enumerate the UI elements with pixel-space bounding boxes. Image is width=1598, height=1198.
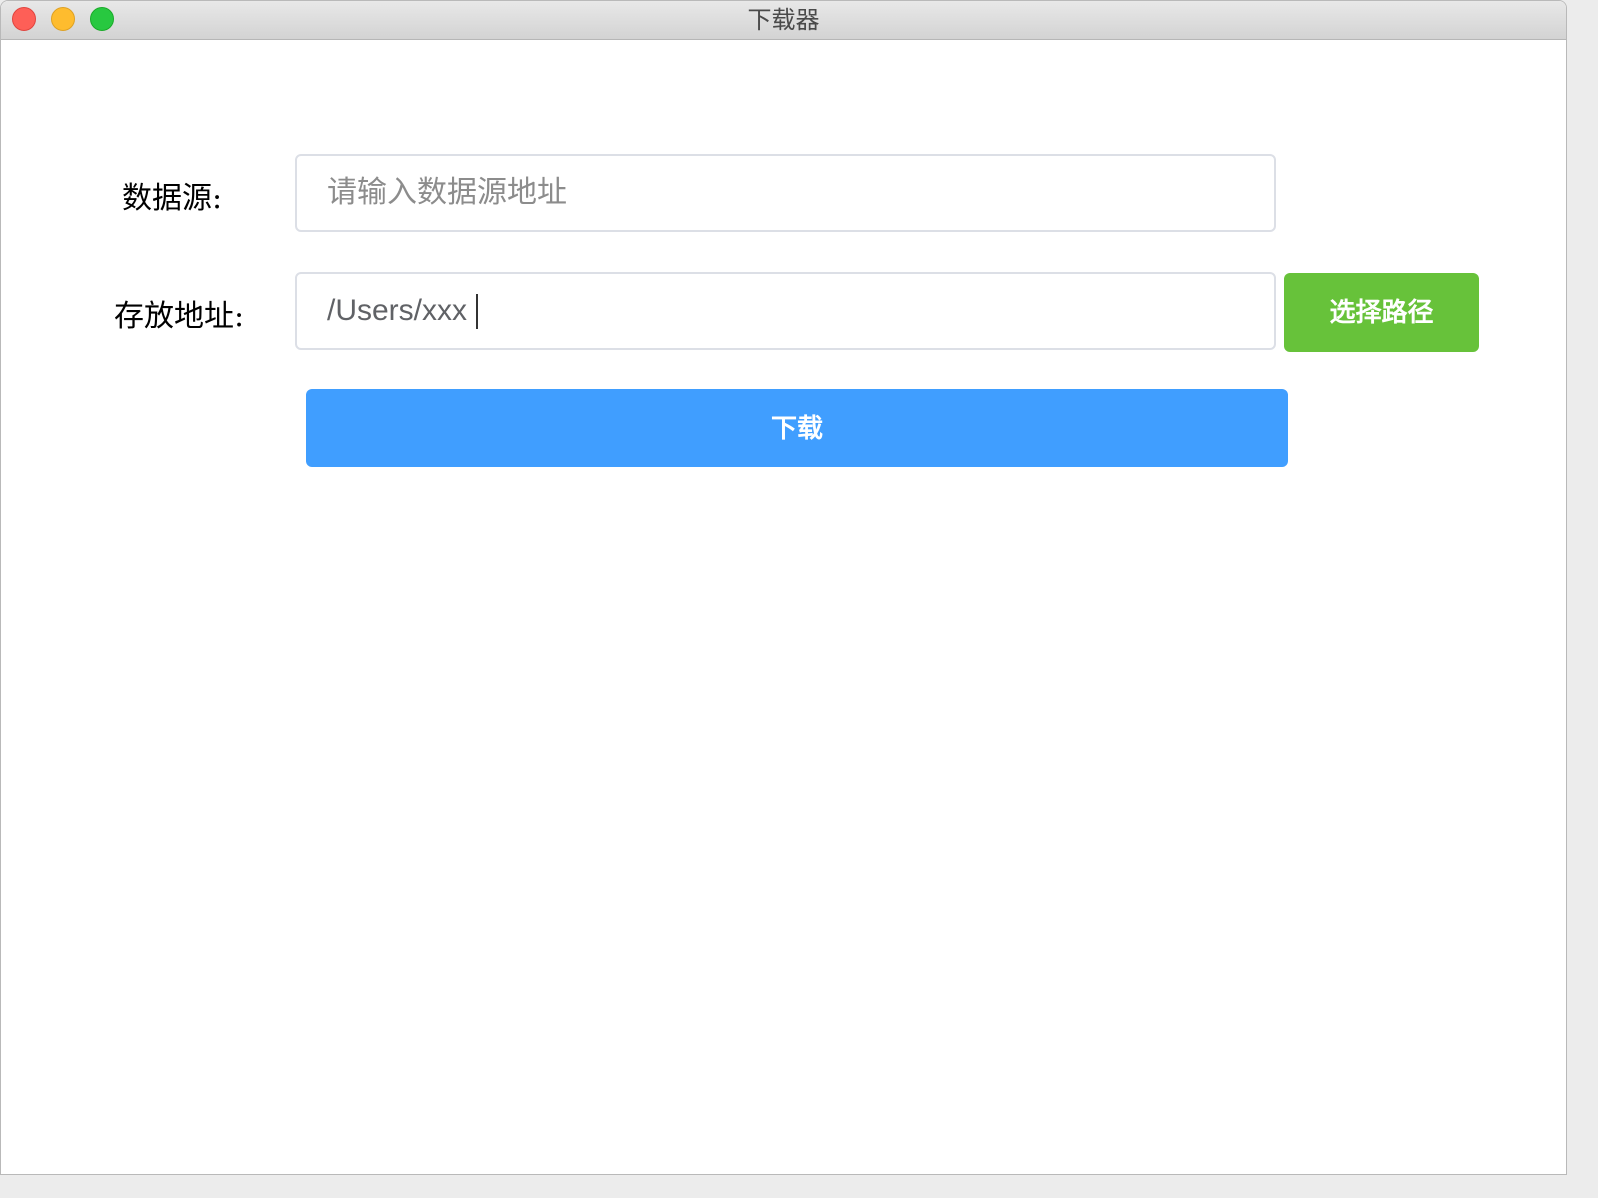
save-path-input[interactable] [295,272,1276,350]
app-window: 下载器 数据源: 存放地址: 选择路径 下载 [0,0,1567,1175]
text-caret [476,294,478,329]
source-url-input[interactable] [295,154,1276,232]
download-button[interactable]: 下载 [306,389,1288,467]
select-path-button[interactable]: 选择路径 [1284,273,1479,352]
source-label: 数据源: [122,181,223,216]
title-bar: 下载器 [1,1,1566,40]
window-title: 下载器 [747,6,820,34]
save-path-label: 存放地址: [114,299,245,334]
